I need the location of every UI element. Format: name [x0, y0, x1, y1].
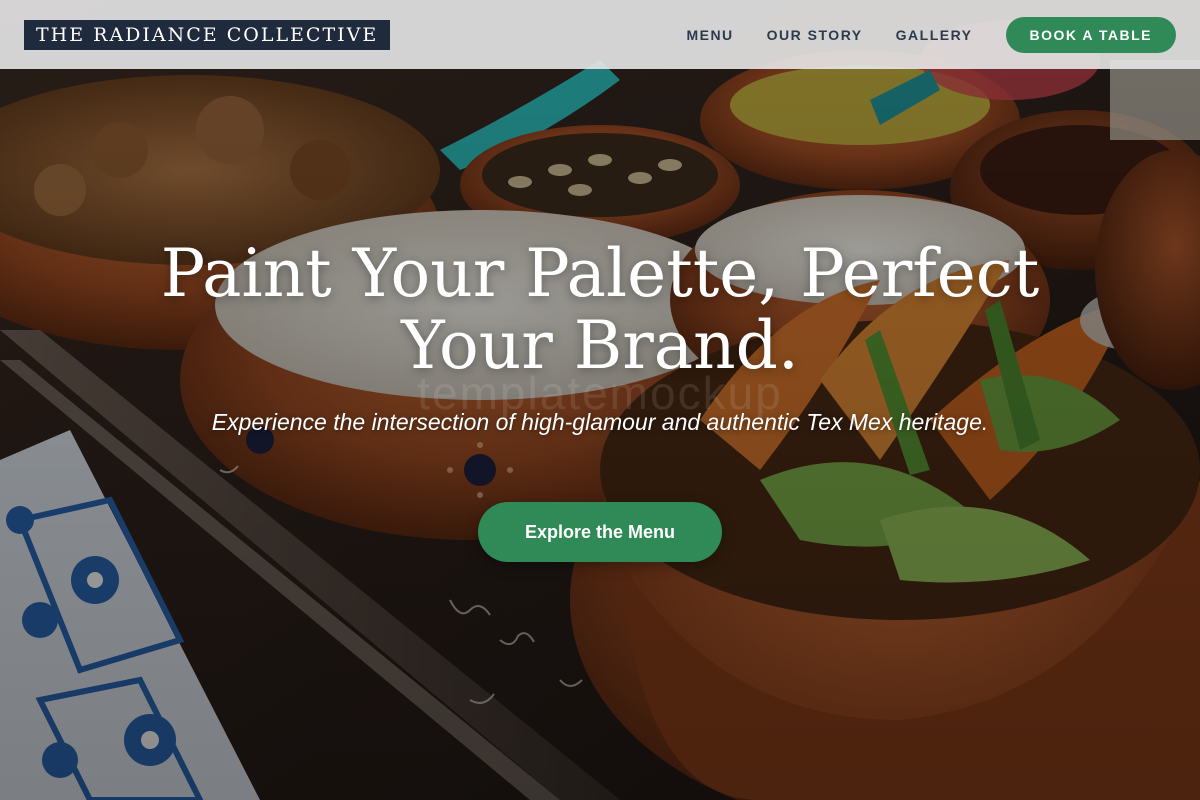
explore-menu-button[interactable]: Explore the Menu: [478, 502, 722, 562]
hero-headline-line-1: Paint Your Palette, Perfect: [160, 235, 1040, 312]
site-header: THE RADIANCE COLLECTIVE MENU OUR STORY G…: [0, 0, 1200, 69]
nav-item-our-story[interactable]: OUR STORY: [767, 27, 863, 43]
landing-page: THE RADIANCE COLLECTIVE MENU OUR STORY G…: [0, 0, 1200, 800]
book-table-button[interactable]: BOOK A TABLE: [1005, 16, 1176, 53]
hero-subheadline: Experience the intersection of high-glam…: [211, 409, 989, 435]
hero-headline-line-2: Your Brand.: [401, 307, 799, 384]
nav-item-gallery[interactable]: GALLERY: [896, 27, 973, 43]
hero-headline: Paint Your Palette, Perfect Your Brand.: [100, 238, 1100, 382]
nav-item-menu[interactable]: MENU: [686, 27, 733, 43]
brand-logo[interactable]: THE RADIANCE COLLECTIVE: [24, 19, 391, 50]
main-nav: MENU OUR STORY GALLERY BOOK A TABLE: [686, 16, 1176, 53]
hero-section: templatemockup Paint Your Palette, Perfe…: [0, 0, 1200, 800]
